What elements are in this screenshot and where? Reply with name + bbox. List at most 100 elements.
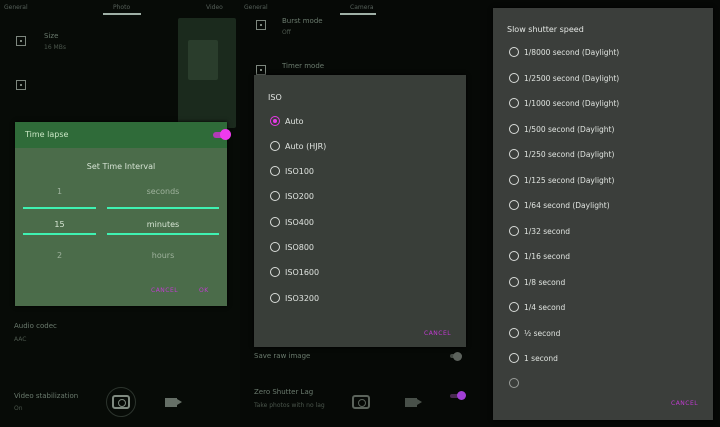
iso-option[interactable]: Auto xyxy=(270,114,304,128)
radio-icon[interactable] xyxy=(509,73,519,83)
shutter-cancel-button[interactable]: CANCEL xyxy=(671,400,698,407)
timelapse-setting-icon[interactable] xyxy=(16,80,26,90)
settings-tabs: General Photo Video xyxy=(0,0,240,16)
iso-option[interactable]: ISO100 xyxy=(270,164,314,178)
iso-title: ISO xyxy=(268,93,282,102)
camera-icon[interactable] xyxy=(352,395,370,409)
tab-camera[interactable]: Camera xyxy=(350,4,374,11)
iso-option[interactable]: Auto (HJR) xyxy=(270,139,326,153)
radio-icon[interactable] xyxy=(270,267,280,277)
shutter-option[interactable]: 1/250 second (Daylight) xyxy=(509,147,614,161)
shutter-option-label: 1/64 second (Daylight) xyxy=(524,200,610,210)
interval-value-below[interactable]: 2 xyxy=(23,251,96,260)
shutter-option-label: 1/250 second (Daylight) xyxy=(524,149,615,159)
iso-option-label: ISO200 xyxy=(285,191,315,201)
shutter-dialog: Slow shutter speed 1/8000 second (Daylig… xyxy=(493,8,713,420)
iso-option-label: Auto (HJR) xyxy=(285,141,327,151)
shutter-option-partial[interactable] xyxy=(509,376,524,390)
shutter-option[interactable]: 1 second xyxy=(509,351,558,365)
radio-icon[interactable] xyxy=(509,328,519,338)
iso-option[interactable]: ISO200 xyxy=(270,189,314,203)
shutter-option-label: 1/2500 second (Daylight) xyxy=(524,73,620,83)
iso-option[interactable]: ISO800 xyxy=(270,240,314,254)
shutter-option[interactable]: 1/8000 second (Daylight) xyxy=(509,45,619,59)
radio-icon[interactable] xyxy=(270,242,280,252)
radio-icon[interactable] xyxy=(509,302,519,312)
radio-icon[interactable] xyxy=(509,200,519,210)
shutter-option-label: 1/8 second xyxy=(524,277,566,287)
iso-option[interactable]: ISO1600 xyxy=(270,265,319,279)
save-raw-switch-thumb[interactable] xyxy=(453,352,462,361)
radio-icon[interactable] xyxy=(509,98,519,108)
shutter-option-label: 1/32 second xyxy=(524,226,570,236)
iso-cancel-button[interactable]: CANCEL xyxy=(424,330,451,337)
save-raw-label: Save raw image xyxy=(254,352,311,360)
background-photo-detail xyxy=(188,40,218,80)
radio-selected-icon[interactable] xyxy=(270,116,280,126)
interval-unit-above[interactable]: seconds xyxy=(107,187,219,196)
audio-codec-label: Audio codec xyxy=(14,322,57,330)
burst-mode-label: Burst mode xyxy=(282,17,323,25)
timelapse-dialog: Time lapse Set Time Interval 1 seconds 1… xyxy=(15,122,231,306)
tab-general[interactable]: General xyxy=(4,4,28,11)
unit-picker-line-top xyxy=(107,207,219,209)
shutter-option[interactable]: 1/64 second (Daylight) xyxy=(509,198,610,212)
shutter-option[interactable]: 1/4 second xyxy=(509,300,565,314)
burst-mode-icon xyxy=(256,20,266,30)
shutter-option[interactable]: 1/1000 second (Daylight) xyxy=(509,96,619,110)
radio-icon[interactable] xyxy=(509,353,519,363)
timer-mode-icon xyxy=(256,65,266,75)
iso-option-label: Auto xyxy=(285,116,304,126)
shutter-option-label: ½ second xyxy=(524,328,561,338)
timelapse-header: Time lapse xyxy=(15,122,227,148)
shutter-option[interactable]: 1/2500 second (Daylight) xyxy=(509,71,619,85)
shutter-option[interactable]: 1/32 second xyxy=(509,224,570,238)
camera-icon[interactable] xyxy=(112,395,130,409)
radio-icon[interactable] xyxy=(509,378,519,388)
interval-value-above[interactable]: 1 xyxy=(23,187,96,196)
camera-settings-screen: General Camera Burst mode Off Timer mode… xyxy=(240,0,480,427)
timelapse-toggle-thumb[interactable] xyxy=(220,129,231,140)
radio-icon[interactable] xyxy=(509,251,519,261)
shutter-option[interactable]: 1/125 second (Daylight) xyxy=(509,173,614,187)
timelapse-title: Time lapse xyxy=(25,130,69,139)
timelapse-cancel-button[interactable]: CANCEL xyxy=(151,287,178,294)
radio-icon[interactable] xyxy=(509,175,519,185)
interval-value-picker[interactable]: 15 xyxy=(23,220,96,229)
tab-underline xyxy=(340,13,376,15)
shutter-option-label: 1/8000 second (Daylight) xyxy=(524,47,620,57)
size-value: 16 MBs xyxy=(44,44,66,51)
shutter-option[interactable]: 1/8 second xyxy=(509,275,565,289)
shutter-option[interactable]: ½ second xyxy=(509,326,560,340)
radio-icon[interactable] xyxy=(270,166,280,176)
radio-icon[interactable] xyxy=(509,124,519,134)
radio-icon[interactable] xyxy=(509,47,519,57)
timelapse-ok-button[interactable]: OK xyxy=(199,287,209,294)
interval-unit-picker[interactable]: minutes xyxy=(107,220,219,229)
set-interval-label: Set Time Interval xyxy=(86,162,156,171)
audio-codec-value: AAC xyxy=(14,336,27,343)
zero-shutter-lag-switch-thumb[interactable] xyxy=(457,391,466,400)
radio-icon[interactable] xyxy=(509,277,519,287)
iso-option-label: ISO3200 xyxy=(285,293,320,303)
radio-icon[interactable] xyxy=(270,217,280,227)
shutter-option[interactable]: 1/500 second (Daylight) xyxy=(509,122,614,136)
radio-icon[interactable] xyxy=(270,191,280,201)
video-icon[interactable] xyxy=(165,398,182,407)
video-icon[interactable] xyxy=(405,398,422,407)
iso-option-label: ISO1600 xyxy=(285,267,320,277)
iso-option-label: ISO800 xyxy=(285,242,315,252)
radio-icon[interactable] xyxy=(270,141,280,151)
tab-photo[interactable]: Photo xyxy=(113,4,130,11)
interval-unit-below[interactable]: hours xyxy=(107,251,219,260)
video-settings-screen: General Photo Video Size 16 MBs Audio co… xyxy=(0,0,240,427)
tab-video[interactable]: Video xyxy=(206,4,223,11)
radio-icon[interactable] xyxy=(509,149,519,159)
iso-option[interactable]: ISO400 xyxy=(270,215,314,229)
tab-general[interactable]: General xyxy=(244,4,268,11)
shutter-option[interactable]: 1/16 second xyxy=(509,249,570,263)
radio-icon[interactable] xyxy=(509,226,519,236)
iso-option[interactable]: ISO3200 xyxy=(270,291,319,305)
settings-tabs: General Camera xyxy=(240,0,480,16)
radio-icon[interactable] xyxy=(270,293,280,303)
